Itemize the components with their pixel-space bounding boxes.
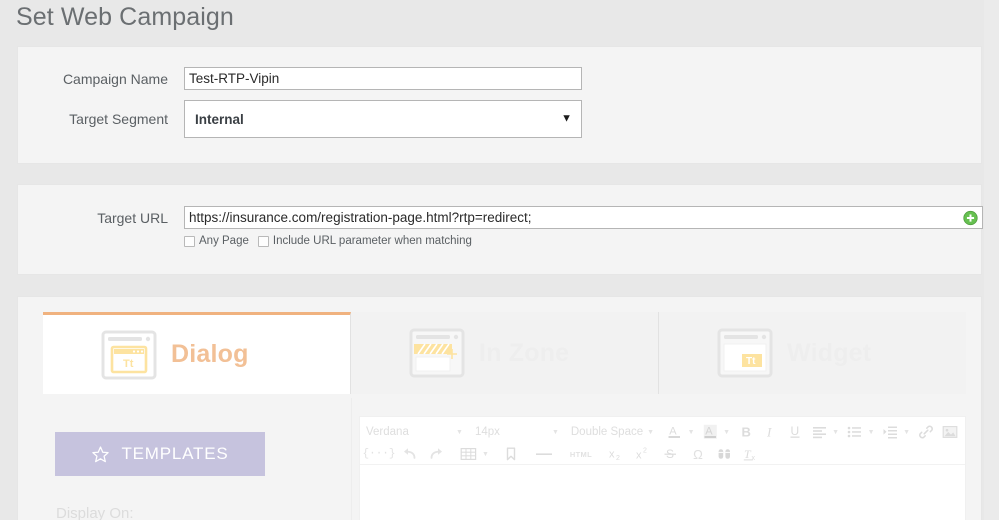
tab-in-zone-label: In Zone [479,338,570,367]
page-scrollbar-track[interactable] [984,0,999,520]
chevron-down-icon[interactable]: ▼ [688,429,695,436]
chevron-down-icon: ▼ [561,112,572,125]
chevron-down-icon[interactable]: ▼ [647,429,654,436]
svg-text:U: U [790,424,799,438]
editor-content-area[interactable] [360,465,965,520]
target-segment-select[interactable]: Internal ▼ [184,100,582,138]
redo-icon[interactable] [426,444,446,464]
target-url-row: Target URL [51,206,983,229]
campaign-content-panel: Tt Dialog In Zone Tt Widget TEMPLATES Di… [17,296,982,520]
svg-text:Tt: Tt [123,358,134,370]
templates-button-label: TEMPLATES [121,444,229,463]
svg-text:I: I [766,425,772,440]
indent-icon[interactable] [882,422,900,442]
target-segment-row: Target Segment Internal ▼ [51,100,582,138]
set-web-campaign-page: Set Web Campaign Campaign Name Target Se… [0,0,999,520]
svg-text:2: 2 [616,455,620,462]
line-spacing-select[interactable]: Double Space [571,422,643,442]
content-column-divider [351,398,352,520]
editor-toolbar-row-1: Verdana ▼ 14px ▼ Double Space ▼ A ▼ A ▼ … [366,421,959,443]
tab-in-zone[interactable]: In Zone [351,312,659,394]
strikethrough-icon[interactable]: S [661,444,681,464]
window-banner-icon [409,328,465,378]
svg-text:2: 2 [643,448,647,455]
svg-text:x: x [636,450,642,462]
svg-text:A: A [670,426,678,438]
target-segment-value: Internal [195,111,244,127]
page-title: Set Web Campaign [16,3,234,31]
svg-text:Tt: Tt [746,356,756,367]
window-text-icon: Tt [101,330,157,379]
any-page-label: Any Page [199,235,249,247]
clear-format-icon[interactable]: T x [742,444,762,464]
chevron-down-icon[interactable]: ▼ [832,429,839,436]
any-page-checkbox[interactable] [184,235,195,247]
campaign-type-tabs: Tt Dialog In Zone Tt Widget [43,312,966,394]
bold-icon[interactable]: B [737,422,755,442]
plus-circle-icon[interactable] [963,210,978,225]
placeholder-braces-icon[interactable]: {···} [363,444,396,464]
templates-button[interactable]: TEMPLATES [55,432,265,476]
italic-icon[interactable]: I [762,422,780,442]
superscript-icon[interactable]: x 2 [634,444,654,464]
bookmark-icon[interactable] [501,444,521,464]
svg-text:x: x [609,449,615,461]
special-character-icon[interactable]: Ω [688,444,708,464]
html-source-icon[interactable]: HTML [567,444,595,464]
chevron-down-icon[interactable]: ▼ [723,429,730,436]
svg-text:A: A [705,426,713,438]
target-url-input[interactable] [184,206,983,229]
svg-text:x: x [752,455,756,462]
bullet-list-icon[interactable] [846,422,864,442]
target-url-field-wrap [184,206,983,229]
display-on-label: Display On: [56,505,134,520]
tab-dialog[interactable]: Tt Dialog [43,312,351,394]
campaign-name-label: Campaign Name [62,70,168,87]
horizontal-rule-icon[interactable] [533,444,555,464]
url-options-row: Any Page Include URL parameter when matc… [184,235,472,247]
font-color-icon[interactable]: A [666,422,684,442]
svg-text:B: B [741,425,750,440]
page-scrollbar-thumb[interactable] [985,0,998,300]
image-icon[interactable] [942,422,960,442]
chevron-down-icon[interactable]: ▼ [552,429,559,436]
subscript-icon[interactable]: x 2 [607,444,627,464]
star-icon [92,445,110,462]
tab-widget[interactable]: Tt Widget [659,312,966,394]
include-url-parameter-label: Include URL parameter when matching [272,235,472,247]
find-replace-icon[interactable] [715,444,735,464]
target-segment-label: Target Segment [69,111,168,127]
highlight-color-icon[interactable]: A [702,422,720,442]
table-icon[interactable] [458,444,478,464]
target-url-label: Target URL [97,209,168,226]
any-page-checkbox-item[interactable]: Any Page [184,235,249,247]
tab-dialog-label: Dialog [171,340,249,368]
include-url-parameter-checkbox[interactable] [257,235,269,247]
include-url-parameter-checkbox-item[interactable]: Include URL parameter when matching [257,235,472,247]
chevron-down-icon[interactable]: ▼ [903,429,910,436]
window-widget-icon: Tt [717,328,773,378]
rich-text-editor: Verdana ▼ 14px ▼ Double Space ▼ A ▼ A ▼ … [359,416,966,520]
chevron-down-icon[interactable]: ▼ [456,429,463,436]
target-url-panel: Target URL Any Page Include URL paramete… [17,184,983,275]
editor-toolbar: Verdana ▼ 14px ▼ Double Space ▼ A ▼ A ▼ … [360,417,965,465]
tab-widget-label: Widget [787,338,872,367]
align-icon[interactable] [811,422,829,442]
chevron-down-icon[interactable]: ▼ [868,429,875,436]
font-size-select[interactable]: 14px [475,422,548,442]
campaign-name-input[interactable] [184,67,582,90]
undo-icon[interactable] [399,444,419,464]
editor-toolbar-row-2: {···} ▼ HTML x 2 x 2 S Ω T x [363,443,959,465]
underline-icon[interactable]: U [786,422,804,442]
campaign-details-panel: Campaign Name Target Segment Internal ▼ [17,46,982,164]
campaign-name-row: Campaign Name [51,67,582,90]
font-family-select[interactable]: Verdana [366,422,452,442]
chevron-down-icon[interactable]: ▼ [482,451,489,458]
link-icon[interactable] [917,422,935,442]
